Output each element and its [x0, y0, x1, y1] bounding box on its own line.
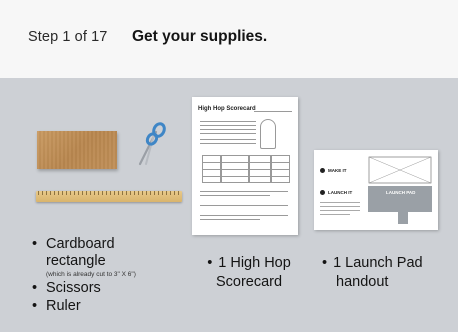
cardboard-image: [37, 131, 117, 169]
list-item: • Cardboard rectangle (which is already …: [32, 236, 136, 279]
ruler-image: [36, 191, 182, 202]
supply-cardboard-line1: Cardboard: [46, 236, 115, 252]
launchpad-caption-line1: 1 Launch Pad: [333, 255, 423, 271]
supply-ruler: Ruler: [46, 298, 81, 314]
supply-cardboard-note: (which is already cut to 3" X 6"): [46, 271, 136, 278]
scorecard-caption: • 1 High Hop Scorecard: [197, 254, 301, 292]
make-it-label: MAKE IT: [328, 168, 347, 173]
list-item: • Ruler: [32, 298, 136, 315]
step-title: Get your supplies.: [132, 28, 268, 45]
scissors-icon: [138, 122, 166, 166]
step-counter: Step 1 of 17: [28, 29, 108, 45]
launch-it-label: LAUNCH IT: [328, 190, 353, 195]
supply-cardboard-line2: rectangle: [46, 253, 106, 269]
bullet: •: [32, 236, 38, 252]
bullet: •: [207, 255, 213, 271]
scorecard-caption-line2: Scorecard: [215, 274, 283, 290]
launchpad-caption-line2: handout: [336, 274, 389, 290]
bullet: •: [32, 280, 38, 296]
scorecard-sheet: High Hop Scorecard: [192, 97, 298, 235]
scorecard-sheet-title: High Hop Scorecard: [198, 106, 256, 112]
supply-scissors: Scissors: [46, 280, 101, 296]
scorecard-caption-line1: 1 High Hop: [218, 255, 291, 271]
launch-pad-label: LAUNCH PAD: [386, 190, 416, 195]
bullet: •: [32, 298, 38, 314]
step-header: Step 1 of 17 Get your supplies.: [0, 0, 458, 78]
bullet: •: [322, 255, 328, 271]
launchpad-caption: • 1 Launch Pad handout: [322, 254, 450, 292]
launch-pad-sheet: MAKE IT LAUNCH IT LAUNCH PAD: [314, 150, 438, 230]
list-item: • Scissors: [32, 280, 136, 297]
supplies-list: • Cardboard rectangle (which is already …: [32, 236, 136, 316]
